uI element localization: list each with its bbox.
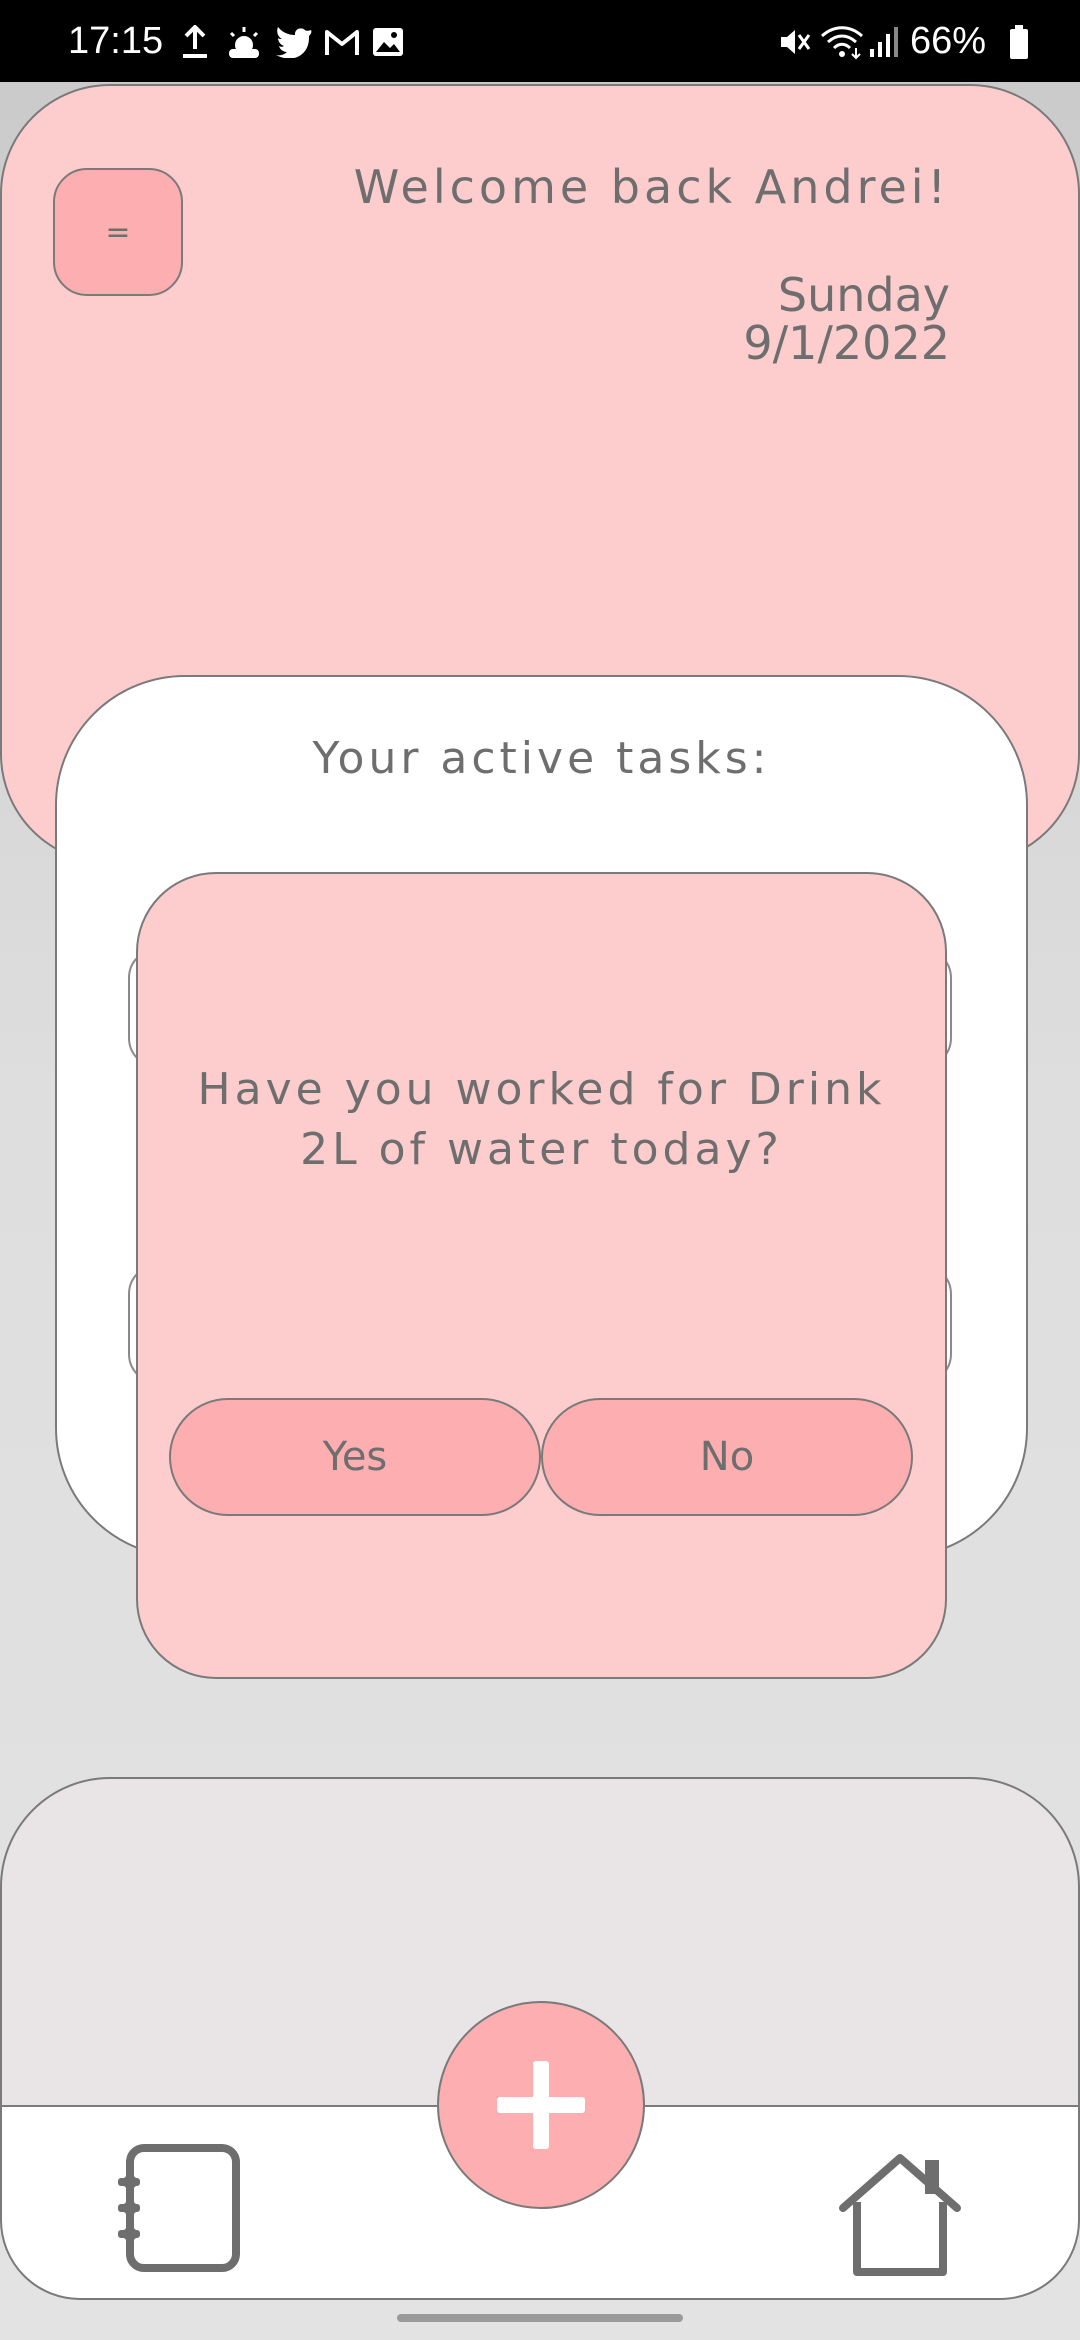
dialog-question: Have you worked for Drink 2L of water to… xyxy=(197,1064,886,1175)
add-task-button[interactable] xyxy=(437,2001,645,2209)
wifi-icon xyxy=(818,22,866,62)
gallery-icon xyxy=(368,22,408,62)
twitter-icon xyxy=(274,22,314,62)
menu-button[interactable]: = xyxy=(53,168,183,296)
home-button[interactable] xyxy=(835,2150,965,2280)
notebook-icon xyxy=(118,2144,240,2272)
no-button[interactable]: No xyxy=(541,1398,913,1516)
tasks-title: Your active tasks: xyxy=(312,733,771,784)
plus-icon xyxy=(497,2061,585,2149)
day-text: Sunday xyxy=(777,268,950,322)
notebook-button[interactable] xyxy=(112,2138,252,2278)
date-text: 9/1/2022 xyxy=(743,316,950,370)
weather-icon xyxy=(224,22,264,62)
mute-icon xyxy=(774,22,814,62)
battery-percentage: 66% xyxy=(910,20,987,62)
battery-icon xyxy=(1006,22,1032,62)
signal-icon xyxy=(866,22,902,62)
task-check-dialog xyxy=(136,872,947,1679)
yes-button[interactable]: Yes xyxy=(169,1398,541,1516)
gmail-icon xyxy=(322,22,362,62)
upload-icon xyxy=(180,22,210,62)
gesture-bar[interactable] xyxy=(397,2314,683,2322)
home-icon xyxy=(839,2154,961,2276)
welcome-text: Welcome back Andrei! xyxy=(353,160,950,214)
status-time: 17:15 xyxy=(68,20,164,62)
status-bar: 17:15 66% xyxy=(0,0,1080,82)
